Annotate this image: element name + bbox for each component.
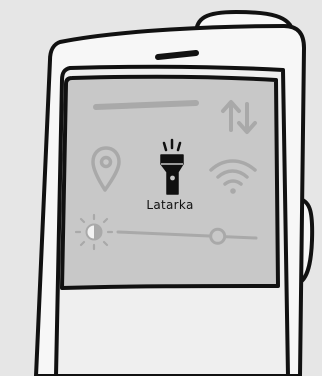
brightness-slider-thumb[interactable]: [209, 227, 227, 245]
flashlight-label: Latarka: [146, 198, 194, 212]
status-bar-placeholder: [93, 100, 199, 110]
phone-illustration: [34, 9, 315, 376]
earpiece-speaker: [155, 50, 199, 60]
